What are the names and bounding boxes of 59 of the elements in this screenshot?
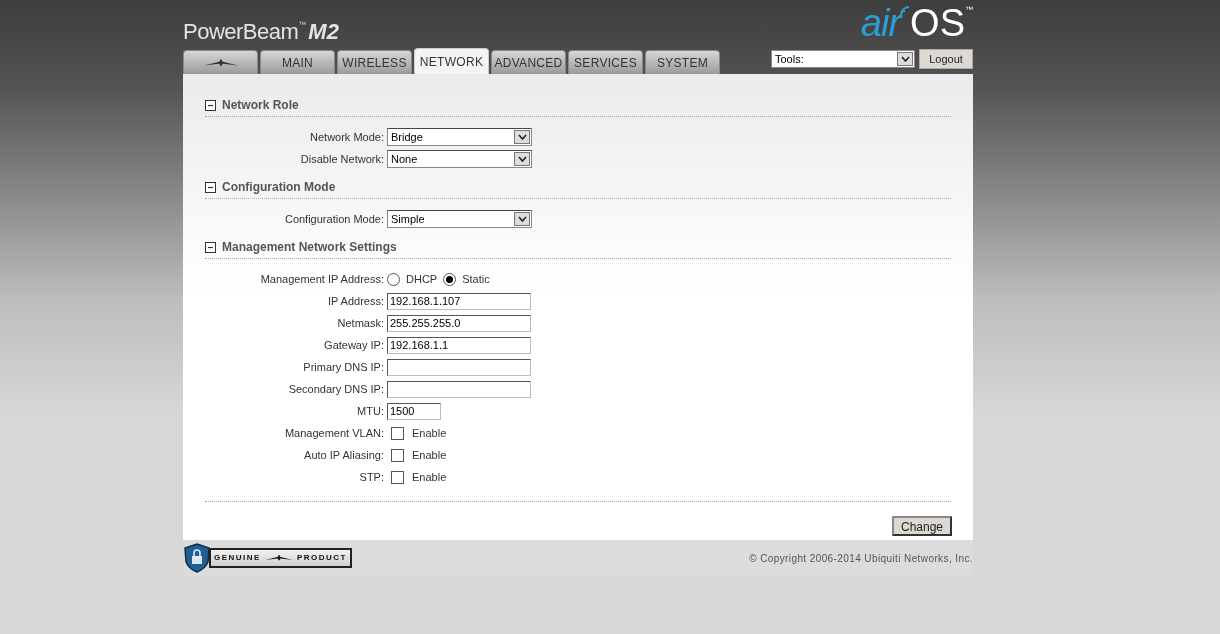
text-input[interactable]: 1500: [387, 402, 441, 420]
home-tab[interactable]: [183, 50, 258, 74]
field-label: Disable Network:: [300, 151, 384, 167]
checkbox[interactable]: [391, 448, 404, 462]
copyright-text: © Copyright 2006-2014 Ubiquiti Networks, Inc.: [749, 551, 973, 566]
section-title: Management Network Settings: [222, 239, 397, 256]
logout-button[interactable]: Logout: [919, 49, 973, 69]
field-label: Primary DNS IP:: [303, 359, 384, 375]
nav-tab[interactable]: MAIN: [260, 50, 335, 74]
dropdown-select[interactable]: Simple: [387, 210, 532, 228]
antenna-logo-icon: [201, 57, 240, 68]
nav-tab[interactable]: WIRELESS: [337, 50, 412, 74]
product-name: PowerBeam: [183, 21, 299, 43]
text-input[interactable]: 255.255.255.0: [387, 314, 531, 332]
radio-label: Static: [462, 271, 490, 287]
badge-text: PRODUCT: [296, 552, 347, 564]
field-label: Management IP Address:: [260, 271, 384, 287]
text-input[interactable]: [387, 380, 531, 398]
checkbox-label: Enable: [412, 469, 447, 485]
field-label: Network Mode:: [310, 129, 384, 145]
change-button[interactable]: Change: [892, 516, 952, 536]
collapse-icon[interactable]: [205, 181, 216, 193]
shield-lock-icon: [183, 543, 211, 573]
trademark-sign: ™: [965, 4, 973, 16]
checkbox-label: Enable: [412, 447, 447, 463]
tools-dropdown[interactable]: Tools:: [771, 50, 915, 68]
brand-os: OS: [910, 4, 965, 42]
trademark-sign: ™: [298, 19, 307, 31]
field-label: Netmask:: [337, 315, 384, 331]
radio-button[interactable]: [443, 272, 457, 286]
collapse-icon[interactable]: [205, 241, 216, 253]
radio-label: DHCP: [406, 271, 438, 287]
model-name: M2: [308, 21, 339, 43]
text-input[interactable]: 192.168.1.107: [387, 292, 531, 310]
checkbox-label: Enable: [412, 425, 447, 441]
text-input[interactable]: [387, 358, 531, 376]
checkbox[interactable]: [391, 470, 404, 484]
nav-tab[interactable]: SERVICES: [568, 50, 643, 74]
radio-button[interactable]: [387, 272, 400, 286]
nav-tab[interactable]: SYSTEM: [645, 50, 720, 74]
field-label: IP Address:: [327, 293, 384, 309]
nav-tab[interactable]: ADVANCED: [491, 50, 566, 74]
field-label: Secondary DNS IP:: [288, 381, 384, 397]
field-label: MTU:: [357, 403, 384, 419]
field-label: STP:: [359, 469, 384, 485]
brand-air: air: [860, 4, 901, 42]
field-label: Auto IP Aliasing:: [304, 447, 384, 463]
field-label: Configuration Mode:: [284, 211, 384, 227]
badge-text: GENUINE: [214, 552, 261, 564]
checkbox[interactable]: [391, 426, 404, 440]
dropdown-select[interactable]: None: [387, 150, 532, 168]
collapse-icon[interactable]: [205, 99, 216, 111]
nav-tab[interactable]: NETWORK: [414, 48, 489, 74]
field-label: Management VLAN:: [284, 425, 384, 441]
section-title: Configuration Mode: [222, 179, 336, 196]
section-title: Network Role: [222, 97, 299, 114]
text-input[interactable]: 192.168.1.1: [387, 336, 531, 354]
field-label: Gateway IP:: [324, 337, 384, 353]
dropdown-select[interactable]: Bridge: [387, 128, 532, 146]
